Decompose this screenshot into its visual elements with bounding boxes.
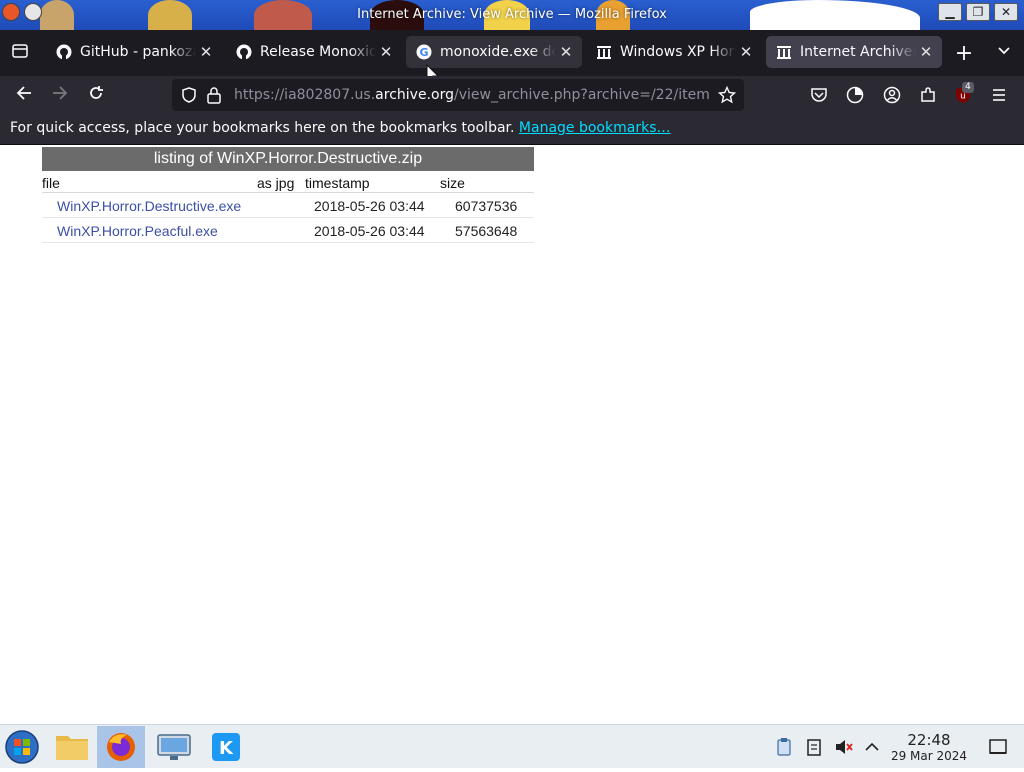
url-text[interactable]: https://ia802807.us.archive.org/view_arc… bbox=[234, 87, 712, 103]
forward-button[interactable] bbox=[48, 84, 72, 106]
bookmarks-toolbar: For quick access, place your bookmarks h… bbox=[0, 114, 1024, 144]
tab-title: Release Monoxide bbox=[260, 44, 376, 60]
start-menu-button[interactable] bbox=[0, 726, 48, 768]
back-button[interactable] bbox=[12, 84, 36, 106]
close-tab-icon[interactable]: ✕ bbox=[736, 43, 756, 61]
column-header-timestamp: timestamp bbox=[305, 175, 370, 191]
clock-date[interactable]: 29 Mar 2024 bbox=[880, 749, 978, 763]
close-tab-icon[interactable]: ✕ bbox=[916, 43, 936, 61]
google-icon: G bbox=[416, 44, 432, 60]
github-icon bbox=[236, 44, 252, 60]
file-link[interactable]: WinXP.Horror.Peacful.exe bbox=[57, 223, 218, 239]
table-header-row: file as jpg timestamp size bbox=[42, 171, 534, 193]
maximize-button[interactable]: ❐ bbox=[966, 3, 990, 21]
archive-listing-table: listing of WinXP.Horror.Destructive.zip … bbox=[42, 147, 534, 243]
show-desktop-icon[interactable] bbox=[988, 737, 1008, 757]
bookmarks-empty-message: For quick access, place your bookmarks h… bbox=[10, 120, 515, 136]
reload-button[interactable] bbox=[84, 84, 108, 106]
column-header-as-jpg: as jpg bbox=[257, 175, 295, 191]
firefox-taskbar-icon[interactable] bbox=[97, 726, 145, 768]
bookmark-star-icon[interactable] bbox=[717, 85, 737, 108]
file-manager-taskbar-icon[interactable] bbox=[48, 726, 96, 768]
svg-text:G: G bbox=[419, 46, 428, 59]
volume-muted-icon[interactable] bbox=[834, 737, 854, 757]
file-size: 60737536 bbox=[455, 198, 518, 214]
page-content: listing of WinXP.Horror.Destructive.zip … bbox=[0, 144, 1024, 724]
file-timestamp: 2018-05-26 03:44 bbox=[314, 223, 425, 239]
timer-extension-icon[interactable] bbox=[846, 86, 864, 108]
kde-connect-taskbar-icon[interactable]: K bbox=[202, 726, 250, 768]
clipboard-tray-icon[interactable] bbox=[774, 737, 794, 757]
tab-release-monoxide[interactable]: Release Monoxide ✕ bbox=[226, 36, 402, 68]
file-size: 57563648 bbox=[455, 223, 518, 239]
column-header-size: size bbox=[440, 175, 465, 191]
window-title: Internet Archive: View Archive — Mozilla… bbox=[357, 7, 667, 22]
close-tab-icon[interactable]: ✕ bbox=[556, 43, 576, 61]
account-icon[interactable] bbox=[883, 86, 901, 108]
notes-tray-icon[interactable] bbox=[804, 737, 824, 757]
remote-desktop-taskbar-icon[interactable] bbox=[150, 726, 198, 768]
extensions-icon[interactable] bbox=[919, 86, 937, 108]
listing-title: listing of WinXP.Horror.Destructive.zip bbox=[42, 147, 534, 171]
svg-text:u: u bbox=[960, 92, 966, 102]
tracking-protection-icon[interactable] bbox=[180, 86, 198, 108]
svg-text:K: K bbox=[219, 738, 234, 759]
column-header-file: file bbox=[42, 175, 60, 191]
firefox-view-icon[interactable] bbox=[10, 42, 30, 65]
tab-title: Internet Archive: V bbox=[800, 44, 916, 60]
clock-time[interactable]: 22:48 bbox=[895, 731, 963, 749]
hamburger-menu-icon[interactable] bbox=[990, 86, 1008, 108]
close-tab-icon[interactable]: ✕ bbox=[196, 43, 216, 61]
file-link[interactable]: WinXP.Horror.Destructive.exe bbox=[57, 198, 241, 214]
tab-github-pankoza[interactable]: GitHub - pankoza2 ✕ bbox=[46, 36, 222, 68]
url-path: /view_archive.php?archive=/22/item bbox=[453, 87, 710, 103]
taskbar: K 22:48 29 Mar 2024 bbox=[0, 724, 1024, 768]
tab-internet-archive[interactable]: Internet Archive: V ✕ bbox=[766, 36, 942, 68]
file-timestamp: 2018-05-26 03:44 bbox=[314, 198, 425, 214]
tab-title: GitHub - pankoza2 bbox=[80, 44, 196, 60]
tab-bar: GitHub - pankoza2 ✕ Release Monoxide ✕ G… bbox=[0, 30, 1024, 85]
navigation-toolbar: https://ia802807.us.archive.org/view_arc… bbox=[0, 76, 1024, 114]
extension-badge-count: 4 bbox=[962, 82, 974, 93]
list-all-tabs-icon[interactable] bbox=[992, 42, 1016, 63]
minimize-button[interactable]: ▁ bbox=[938, 3, 962, 21]
tab-windows-xp-horror[interactable]: Windows XP Horro ✕ bbox=[586, 36, 762, 68]
archive-icon bbox=[776, 44, 792, 60]
table-row: WinXP.Horror.Destructive.exe 2018-05-26 … bbox=[42, 193, 534, 218]
url-domain: archive.org bbox=[375, 87, 454, 103]
show-hidden-icons-chevron-icon[interactable] bbox=[862, 737, 882, 757]
address-bar[interactable]: https://ia802807.us.archive.org/view_arc… bbox=[172, 79, 744, 111]
archive-icon bbox=[596, 44, 612, 60]
window-titlebar[interactable]: Internet Archive: View Archive — Mozilla… bbox=[0, 0, 1024, 30]
tab-title: Windows XP Horro bbox=[620, 44, 736, 60]
manage-bookmarks-link[interactable]: Manage bookmarks… bbox=[519, 120, 671, 136]
url-prefix: https://ia802807.us. bbox=[234, 87, 376, 103]
new-tab-button[interactable]: + bbox=[952, 41, 976, 66]
tab-title: monoxide.exe do bbox=[440, 44, 556, 60]
pocket-icon[interactable] bbox=[810, 86, 828, 108]
table-row: WinXP.Horror.Peacful.exe 2018-05-26 03:4… bbox=[42, 218, 534, 243]
lock-icon[interactable] bbox=[206, 86, 222, 108]
github-icon bbox=[56, 44, 72, 60]
close-window-button[interactable]: ✕ bbox=[994, 3, 1018, 21]
close-tab-icon[interactable]: ✕ bbox=[376, 43, 396, 61]
